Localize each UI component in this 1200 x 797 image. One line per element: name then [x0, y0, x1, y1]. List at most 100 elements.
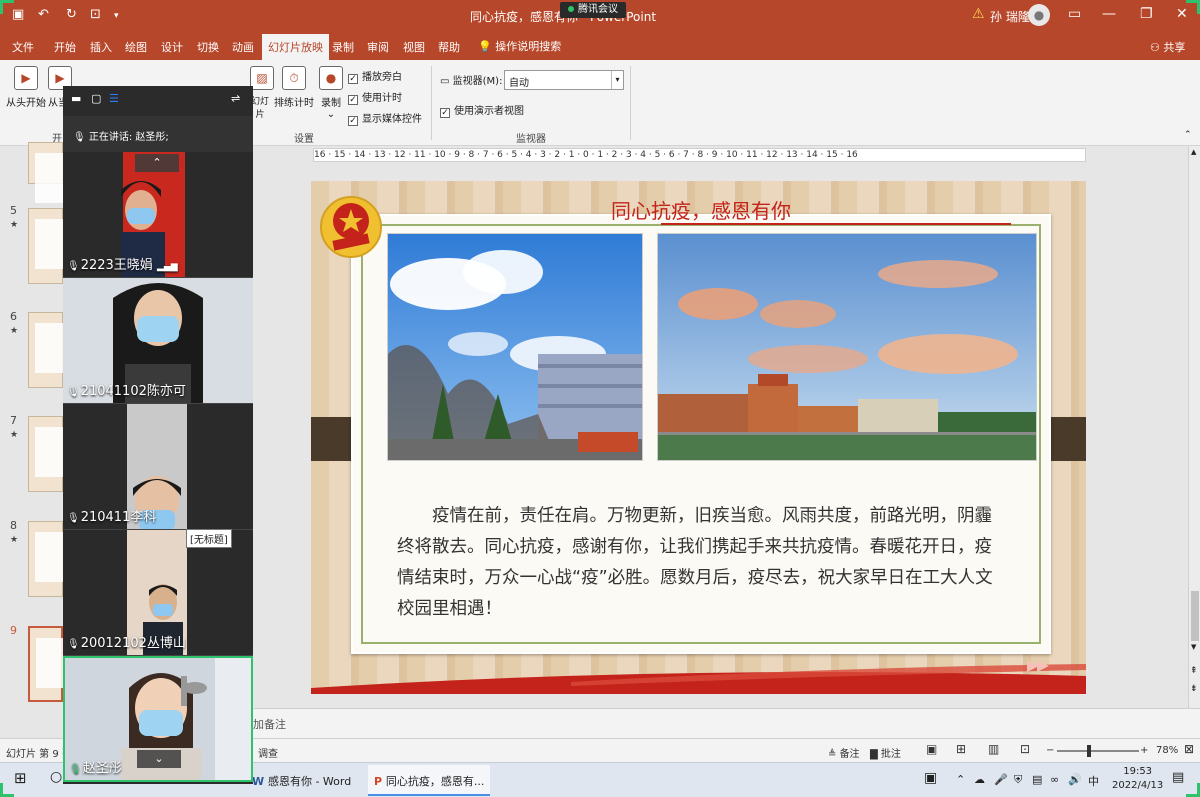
security-icon[interactable]: ⛨: [1014, 773, 1022, 787]
tab-animations[interactable]: 动画: [232, 39, 254, 55]
taskbar-app-word[interactable]: W 感恩有你 - Word: [246, 765, 357, 796]
presenter-view-checkbox[interactable]: ✓ 使用演示者视图: [440, 102, 524, 118]
notes-toggle[interactable]: ≜ 备注: [828, 745, 860, 760]
tab-draw[interactable]: 绘图: [125, 39, 147, 55]
tab-design[interactable]: 设计: [161, 39, 183, 55]
vertical-scrollbar[interactable]: ▲ ▼ ⇞ ⇟: [1188, 146, 1200, 708]
undo-icon[interactable]: ↶: [38, 7, 49, 22]
scroll-up-icon[interactable]: ▲: [1191, 148, 1196, 156]
windows-start-icon[interactable]: ⊞: [14, 769, 27, 787]
minimize-icon[interactable]: —: [1102, 6, 1116, 22]
zoom-in-icon[interactable]: +: [1140, 745, 1148, 756]
clock[interactable]: 19:53 2022/4/13: [1112, 765, 1163, 793]
participant-tile[interactable]: ⌃ 🎙2223王晓娟 ▂▄▆: [63, 152, 253, 278]
slide-thumbnail-active[interactable]: [28, 626, 64, 702]
zoom-slider-knob[interactable]: [1087, 745, 1091, 757]
rehearse-timings-button[interactable]: ⏱ 排练计时: [274, 66, 314, 109]
avatar[interactable]: ●: [1028, 4, 1050, 26]
ribbon-display-icon[interactable]: ▭: [1068, 6, 1081, 22]
tab-review[interactable]: 审阅: [367, 39, 389, 55]
search-icon[interactable]: ○: [50, 769, 62, 785]
layout-toggle-icon[interactable]: ⇌: [231, 92, 240, 105]
meeting-video-panel[interactable]: ▬ ▢ ☰ ⇌ 🎙 正在讲话: 赵圣彤; ⌃ 🎙2223王晓娟 ▂▄▆ 🎙210…: [63, 86, 253, 784]
network-icon[interactable]: ▤: [1032, 773, 1042, 786]
participant-name-text: 20012102丛博山: [80, 636, 186, 651]
slideshow-view-icon[interactable]: ⊡: [1020, 742, 1030, 756]
show-media-controls-checkbox[interactable]: ✓ 显示媒体控件: [348, 110, 422, 126]
campus-photo-right-image: [658, 234, 1036, 460]
volume-icon[interactable]: 🔊: [1068, 773, 1082, 786]
campus-photo-right[interactable]: [657, 233, 1037, 461]
record-dropdown-icon[interactable]: ⌄: [327, 109, 335, 120]
zoom-level[interactable]: 78%: [1156, 745, 1178, 756]
reading-view-icon[interactable]: ▥: [988, 742, 999, 756]
meeting-indicator[interactable]: 腾讯会议: [560, 2, 626, 18]
notifications-icon[interactable]: ▤: [1172, 770, 1184, 785]
customize-icon[interactable]: ▾: [114, 11, 119, 21]
microphone-icon[interactable]: 🎤: [994, 773, 1008, 786]
zoom-out-icon[interactable]: −: [1046, 745, 1054, 756]
scrollbar-thumb[interactable]: [1191, 591, 1199, 641]
restore-icon[interactable]: ❐: [1140, 6, 1153, 22]
from-start-icon[interactable]: ⊡: [90, 7, 101, 22]
tray-app-icon[interactable]: ▣: [924, 770, 937, 786]
comments-toggle[interactable]: ▇ 批注: [870, 745, 901, 760]
zoom-slider[interactable]: [1057, 750, 1139, 752]
survey-label[interactable]: 调查: [258, 745, 278, 760]
tell-me-search[interactable]: 💡 操作说明搜索: [478, 38, 561, 54]
slide-body-text[interactable]: 疫情在前，责任在肩。万物更新，旧疾当愈。风雨共度，前路光明，阴霾终将散去。同心抗…: [397, 501, 1007, 625]
ime-indicator[interactable]: 中: [1088, 773, 1099, 789]
warning-icon[interactable]: ⚠: [972, 6, 985, 22]
slide-title[interactable]: 同心抗疫，感恩有你: [611, 195, 791, 224]
cloud-icon[interactable]: ☁: [974, 773, 985, 786]
tab-help[interactable]: 帮助: [438, 39, 460, 55]
scroll-up-icon[interactable]: ⌃: [135, 154, 179, 172]
fit-slide-icon[interactable]: ⊠: [1184, 742, 1194, 756]
participant-tile-speaking[interactable]: ⌄ 🎙赵圣彤: [63, 656, 253, 782]
scroll-down-icon[interactable]: ▼: [1191, 643, 1196, 651]
use-timings-checkbox[interactable]: ✓ 使用计时: [348, 89, 402, 105]
monitor-select[interactable]: 自动 ▾: [504, 70, 624, 90]
participant-tile[interactable]: 🎙21041102陈亦可: [63, 278, 253, 404]
chevron-down-icon[interactable]: ▾: [611, 71, 623, 89]
thumbnail-number: 8: [10, 519, 17, 532]
tab-file[interactable]: 文件: [12, 39, 34, 55]
tab-record[interactable]: 录制: [332, 39, 354, 55]
slide-thumbnail[interactable]: [28, 208, 63, 284]
slide-thumbnail[interactable]: [28, 521, 63, 597]
normal-view-icon[interactable]: ▣: [926, 742, 937, 756]
slide[interactable]: 同心抗疫，感恩有你 疫情在前，责任在肩。万物更新，旧疾当愈。风雨共度，前路光明，…: [311, 181, 1086, 694]
participant-tile[interactable]: 🎙210411李科: [63, 404, 253, 530]
play-narration-checkbox[interactable]: ✓ 播放旁白: [348, 68, 402, 84]
list-view-icon[interactable]: ☰: [109, 92, 119, 105]
slide-thumbnail[interactable]: [28, 312, 63, 388]
scroll-down-icon[interactable]: ⌄: [137, 750, 181, 768]
redo-icon[interactable]: ↻: [66, 7, 77, 22]
thumbnail-pane[interactable]: 5 ★ 6 ★ 7 ★ 8 ★ 9: [0, 142, 64, 708]
collapse-ribbon-icon[interactable]: ⌃: [1184, 130, 1192, 140]
tab-home[interactable]: 开始: [54, 39, 76, 55]
record-button[interactable]: ● 录制 ⌄: [318, 66, 344, 120]
window-mode-icon[interactable]: ▢: [91, 92, 101, 105]
tray-expand-icon[interactable]: ⌃: [956, 773, 965, 786]
slide-thumbnail[interactable]: [28, 142, 63, 203]
share-frame-corner: [1186, 0, 1200, 14]
tab-transitions[interactable]: 切换: [197, 39, 219, 55]
minimize-icon[interactable]: ▬: [71, 92, 81, 105]
tab-insert[interactable]: 插入: [90, 39, 112, 55]
user-name[interactable]: 孙 瑞隆: [990, 8, 1030, 25]
link-icon[interactable]: ∞: [1050, 773, 1059, 786]
next-slide-icon[interactable]: ⇟: [1190, 684, 1198, 694]
tab-view[interactable]: 视图: [403, 39, 425, 55]
tab-slideshow[interactable]: 幻灯片放映: [262, 34, 329, 60]
share-button[interactable]: ⚇ 共享: [1150, 39, 1185, 55]
participant-tile[interactable]: 🎙20012102丛博山: [63, 530, 253, 656]
taskbar-app-powerpoint[interactable]: P 同心抗疫，感恩有...: [368, 765, 491, 796]
slide-sorter-icon[interactable]: ⊞: [956, 742, 966, 756]
notes-pane[interactable]: 加备注: [253, 708, 1200, 738]
previous-slide-icon[interactable]: ⇞: [1190, 666, 1198, 676]
from-start-button[interactable]: ▶ 从头开始: [6, 66, 46, 109]
hide-slide-button[interactable]: ▨ 幻灯片: [250, 66, 274, 120]
campus-photo-left[interactable]: [387, 233, 643, 461]
slide-thumbnail[interactable]: [28, 416, 63, 492]
